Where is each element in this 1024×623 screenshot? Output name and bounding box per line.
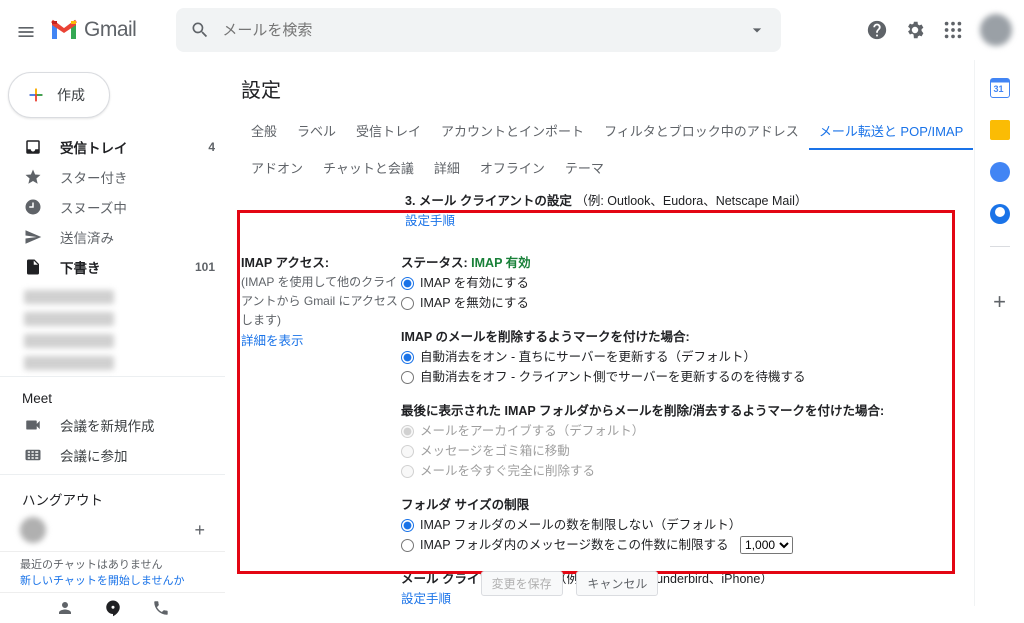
nav-snoozed[interactable]: スヌーズ中 (0, 192, 225, 222)
imap-status-value: IMAP 有効 (471, 256, 531, 270)
archive-radio[interactable]: メールをアーカイブする（デフォルト） (401, 421, 958, 441)
contacts-addon-icon[interactable] (990, 204, 1010, 224)
tab-chat[interactable]: チャットと会議 (313, 150, 424, 185)
gmail-logo-icon (50, 19, 78, 41)
meet-section-title: Meet (0, 385, 225, 410)
nav-drafts[interactable]: 下書き 101 (0, 252, 225, 282)
imap-enable-radio[interactable]: IMAP を有効にする (401, 273, 958, 293)
tab-themes[interactable]: テーマ (555, 150, 614, 185)
search-input[interactable] (222, 22, 747, 39)
imap-status-label: ステータス: (401, 256, 468, 270)
mail-client-heading: 3. メール クライアントの設定 (405, 194, 572, 208)
tab-filters[interactable]: フィルタとブロック中のアドレス (594, 113, 809, 150)
account-avatar[interactable] (980, 14, 1012, 46)
auto-expunge-on-radio[interactable]: 自動消去をオン - 直ちにサーバーを更新する（デフォルト） (401, 347, 958, 367)
compose-plus-icon (25, 84, 47, 106)
inbox-count: 4 (208, 140, 215, 154)
star-icon (24, 168, 42, 186)
auto-expunge-off-radio[interactable]: 自動消去をオフ - クライアント側でサーバーを更新するのを待機する (401, 367, 958, 387)
folder-size-heading: フォルダ サイズの制限 (401, 495, 958, 515)
video-icon (24, 416, 42, 434)
logo-text: Gmail (84, 18, 136, 42)
meet-join[interactable]: 会議に参加 (0, 440, 225, 470)
save-row: 変更を保存 キャンセル (225, 561, 914, 606)
keep-addon-icon[interactable] (990, 120, 1010, 140)
person-icon[interactable] (56, 599, 74, 617)
compose-button[interactable]: 作成 (8, 72, 110, 118)
folder-limit-select[interactable]: 1,000 (740, 536, 793, 554)
delete-forever-radio[interactable]: メールを今すぐ完全に削除する (401, 461, 958, 481)
draft-icon (24, 258, 42, 276)
clock-icon (24, 198, 42, 216)
nav-sent[interactable]: 送信済み (0, 222, 225, 252)
tasks-addon-icon[interactable] (990, 162, 1010, 182)
hangout-section-title: ハングアウト (0, 483, 225, 513)
main-menu-button[interactable] (12, 18, 36, 42)
imap-disable-radio[interactable]: IMAP を無効にする (401, 293, 958, 313)
help-icon[interactable] (866, 19, 888, 41)
start-chat-link[interactable]: 新しいチャットを開始しませんか (20, 572, 205, 588)
inbox-icon (24, 138, 42, 156)
pop-instructions-link[interactable]: 設定手順 (405, 214, 455, 228)
hangout-user-row[interactable]: + (0, 513, 225, 547)
main-content: 設定 全般 ラベル 受信トレイ アカウントとインポート フィルタとブロック中のア… (225, 60, 974, 606)
settings-tabs: 全般 ラベル 受信トレイ アカウントとインポート フィルタとブロック中のアドレス… (229, 113, 974, 185)
imap-last-folder-heading: 最後に表示された IMAP フォルダからメールを削除/消去するようマークを付けた… (401, 401, 958, 421)
tab-forwarding[interactable]: メール転送と POP/IMAP (809, 113, 973, 150)
cancel-button[interactable]: キャンセル (576, 571, 658, 596)
search-options-icon[interactable] (747, 20, 767, 40)
tab-inbox[interactable]: 受信トレイ (346, 113, 431, 150)
send-icon (24, 228, 42, 246)
keyboard-icon (24, 446, 42, 464)
tab-accounts[interactable]: アカウントとインポート (431, 113, 594, 150)
folder-limit-radio[interactable]: IMAP フォルダ内のメッセージ数をこの件数に制限する 1,000 (401, 535, 958, 555)
search-icon (190, 20, 210, 40)
trash-radio[interactable]: メッセージをゴミ箱に移動 (401, 441, 958, 461)
hangout-add-button[interactable]: + (194, 520, 205, 541)
tab-advanced[interactable]: 詳細 (424, 150, 470, 185)
chat-footer: 最近のチャットはありません 新しいチャットを開始しませんか (0, 551, 225, 592)
apps-grid-icon[interactable] (942, 19, 964, 41)
meet-new[interactable]: 会議を新規作成 (0, 410, 225, 440)
phone-icon[interactable] (152, 599, 170, 617)
calendar-addon-icon[interactable] (990, 78, 1010, 98)
settings-gear-icon[interactable] (904, 19, 926, 41)
header: Gmail (0, 0, 1024, 60)
tab-offline[interactable]: オフライン (470, 150, 555, 185)
imap-delete-heading: IMAP のメールを削除するようマークを付けた場合: (401, 327, 958, 347)
nav-items-blurred (0, 290, 225, 372)
tab-general[interactable]: 全般 (241, 113, 287, 150)
save-button[interactable]: 変更を保存 (481, 571, 563, 596)
get-addons-button[interactable]: + (993, 289, 1006, 315)
gmail-logo[interactable]: Gmail (50, 18, 136, 42)
settings-title: 設定 (229, 60, 974, 113)
imap-access-sub: (IMAP を使用して他のクライアントから Gmail にアクセスします) (241, 273, 401, 331)
sidebar: 作成 受信トレイ 4 スター付き スヌーズ中 送信済み 下書き (0, 60, 225, 606)
tab-addons[interactable]: アドオン (241, 150, 313, 185)
folder-no-limit-radio[interactable]: IMAP フォルダのメールの数を制限しない（デフォルト） (401, 515, 958, 535)
tab-labels[interactable]: ラベル (287, 113, 346, 150)
hamburger-icon (16, 22, 36, 42)
imap-learn-more-link[interactable]: 詳細を表示 (241, 331, 401, 351)
nav-inbox[interactable]: 受信トレイ 4 (0, 132, 225, 162)
imap-access-heading: IMAP アクセス: (241, 253, 401, 273)
right-side-panel: + (974, 60, 1024, 606)
hangouts-chat-icon[interactable] (104, 599, 122, 617)
nav-starred[interactable]: スター付き (0, 162, 225, 192)
hangout-avatar (20, 517, 46, 543)
compose-label: 作成 (57, 85, 85, 105)
search-bar[interactable] (176, 8, 781, 52)
drafts-count: 101 (195, 260, 215, 274)
